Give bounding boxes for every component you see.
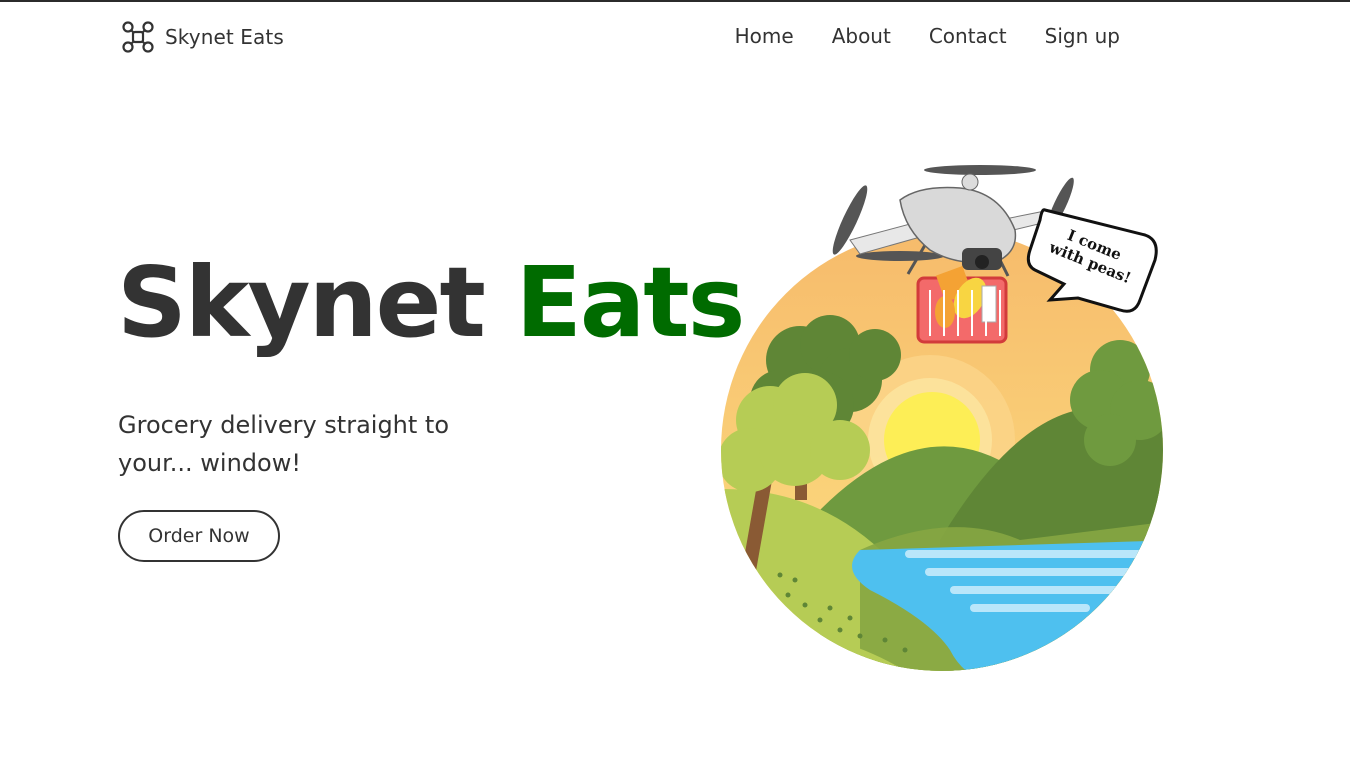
hero-illustration: I come with peas! xyxy=(721,165,1163,671)
nav-link-about[interactable]: About xyxy=(832,24,891,48)
hero-title: Skynet Eats xyxy=(117,246,745,359)
nav-links: Home About Contact Sign up xyxy=(735,24,1120,48)
navbar: Skynet Eats Home About Contact Sign up xyxy=(0,0,1350,76)
nav-link-home[interactable]: Home xyxy=(735,24,794,48)
drone-icon xyxy=(122,21,154,53)
brand-logo-link[interactable]: Skynet Eats xyxy=(121,20,284,54)
nav-link-contact[interactable]: Contact xyxy=(929,24,1007,48)
hero-title-main: Skynet xyxy=(117,246,486,359)
basket xyxy=(916,266,1008,344)
brand-name: Skynet Eats xyxy=(165,25,284,49)
nav-link-signup[interactable]: Sign up xyxy=(1045,24,1120,48)
order-now-button[interactable]: Order Now xyxy=(118,510,280,562)
hero-tagline: Grocery delivery straight to your... win… xyxy=(118,411,450,477)
